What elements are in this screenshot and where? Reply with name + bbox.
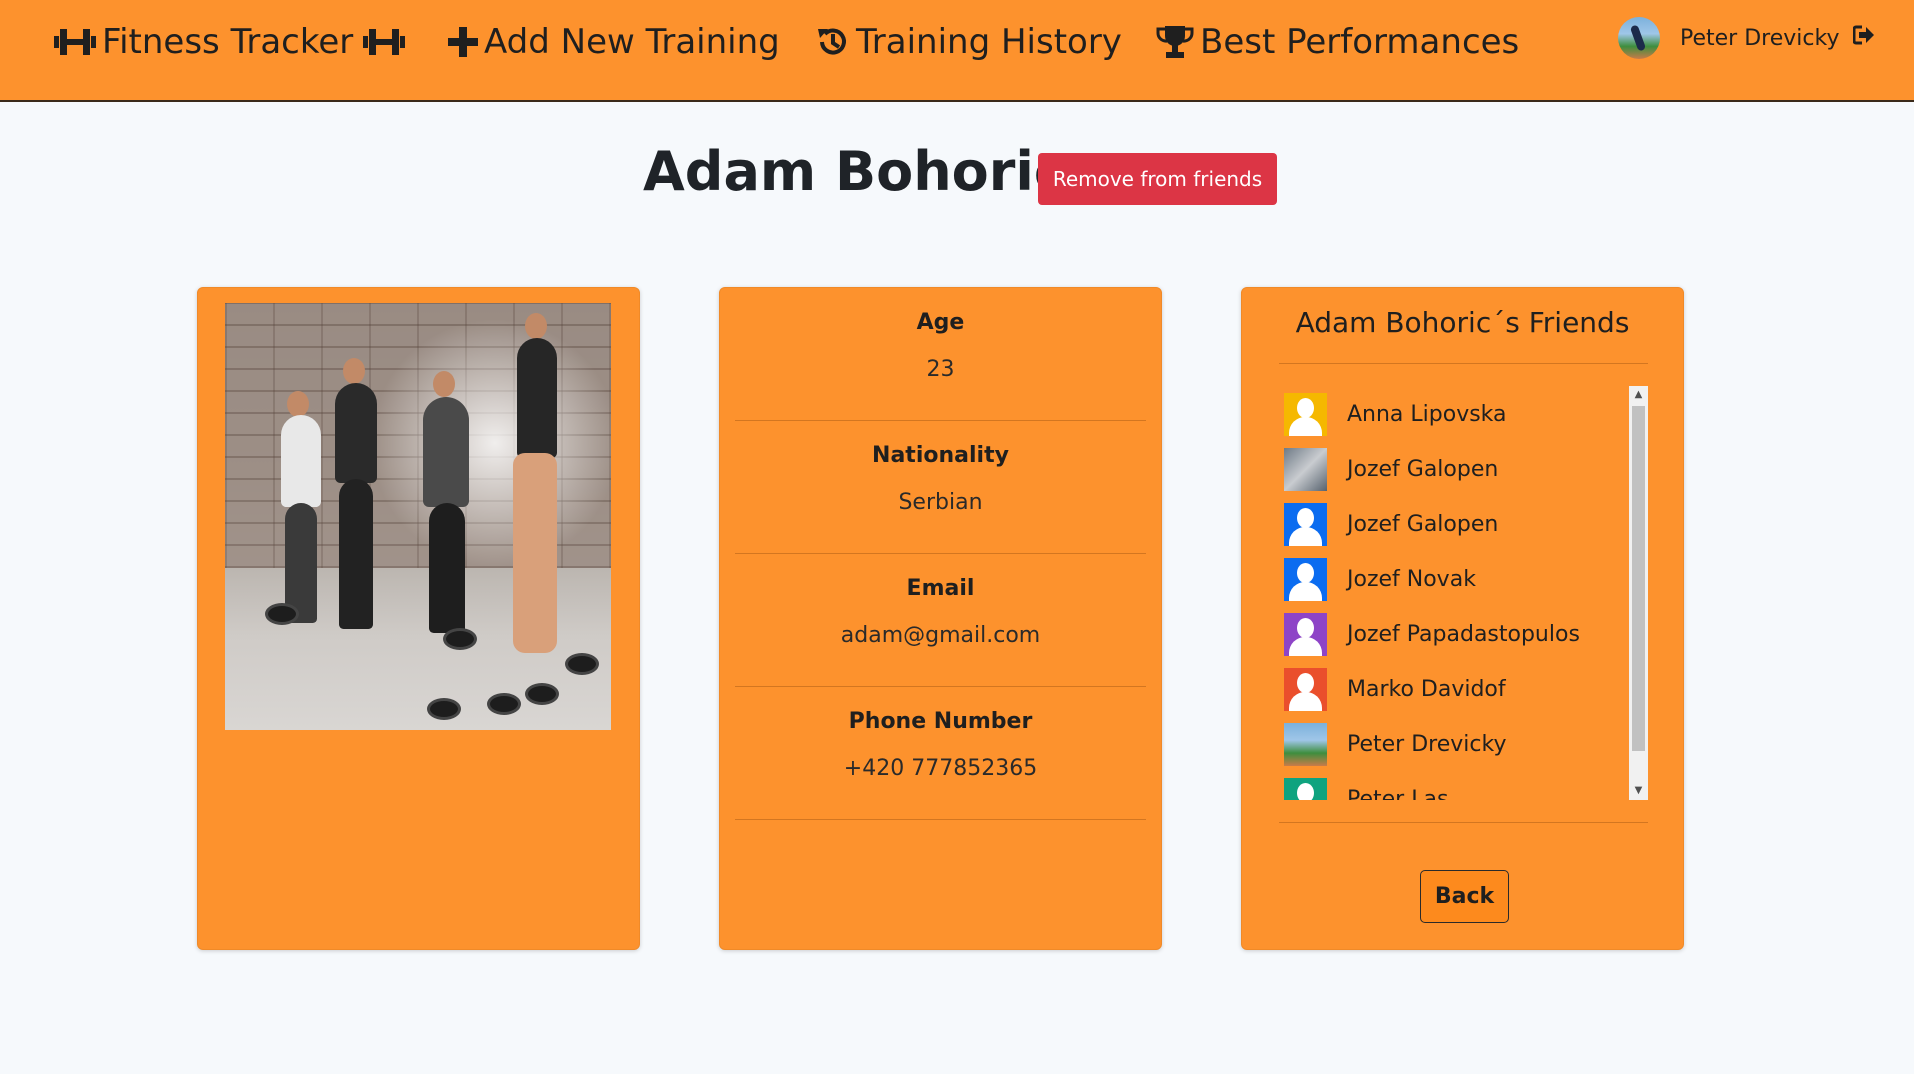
email-value: adam@gmail.com bbox=[840, 623, 1041, 648]
friends-scrollbar[interactable]: ▲ ▼ bbox=[1629, 386, 1648, 800]
scroll-down-icon[interactable]: ▼ bbox=[1629, 782, 1648, 800]
brand-link[interactable]: Fitness Tracker bbox=[54, 18, 406, 66]
nav-training-history-label: Training History bbox=[856, 22, 1122, 62]
friend-avatar bbox=[1284, 392, 1327, 436]
friend-name: Marko Davidof bbox=[1347, 676, 1506, 702]
scroll-thumb[interactable] bbox=[1632, 406, 1645, 751]
friends-card: Adam Bohoric´s Friends Anna Lipovska Joz… bbox=[1241, 287, 1684, 950]
friend-avatar bbox=[1284, 447, 1327, 491]
user-menu[interactable]: Peter Drevicky bbox=[1618, 14, 1875, 62]
friend-avatar bbox=[1284, 777, 1327, 800]
nav-add-training[interactable]: Add New Training bbox=[448, 18, 780, 66]
page-title: Adam Bohoric bbox=[643, 140, 1066, 203]
brand-label: Fitness Tracker bbox=[102, 22, 354, 62]
divider bbox=[1279, 363, 1648, 364]
back-button[interactable]: Back bbox=[1420, 870, 1509, 923]
friend-avatar bbox=[1284, 667, 1327, 711]
phone-section: Phone Number +420 777852365 bbox=[735, 687, 1146, 820]
phone-label: Phone Number bbox=[848, 709, 1033, 734]
friend-name: Jozef Galopen bbox=[1347, 511, 1499, 537]
photo-card bbox=[197, 287, 640, 950]
friend-name: Anna Lipovska bbox=[1347, 401, 1507, 427]
friend-item[interactable]: Jozef Novak bbox=[1284, 557, 1476, 601]
friend-name: Jozef Galopen bbox=[1347, 456, 1499, 482]
friend-item[interactable]: Peter Drevicky bbox=[1284, 722, 1506, 766]
friend-name: Peter Drevicky bbox=[1347, 731, 1507, 757]
user-name: Peter Drevicky bbox=[1680, 25, 1840, 51]
dumbbell-icon bbox=[363, 27, 406, 57]
friend-avatar bbox=[1284, 502, 1327, 546]
friends-title: Adam Bohoric´s Friends bbox=[1295, 306, 1630, 339]
friends-list[interactable]: Anna Lipovska Jozef Galopen Jozef Galope… bbox=[1279, 386, 1648, 800]
friend-name: Jozef Papadastopulos bbox=[1347, 621, 1580, 647]
friend-avatar bbox=[1284, 557, 1327, 601]
divider bbox=[1279, 822, 1648, 823]
friend-avatar bbox=[1284, 612, 1327, 656]
logout-icon[interactable] bbox=[1852, 25, 1875, 51]
scroll-up-icon[interactable]: ▲ bbox=[1629, 386, 1648, 404]
trophy-icon bbox=[1156, 24, 1194, 60]
info-card: Age 23 Nationality Serbian Email adam@gm… bbox=[719, 287, 1162, 950]
friend-item[interactable]: Jozef Papadastopulos bbox=[1284, 612, 1580, 656]
nationality-value: Serbian bbox=[898, 490, 983, 515]
friend-item[interactable]: Jozef Galopen bbox=[1284, 502, 1498, 546]
email-label: Email bbox=[906, 576, 975, 601]
age-value: 23 bbox=[926, 357, 955, 382]
friend-item[interactable]: Marko Davidof bbox=[1284, 667, 1506, 711]
age-label: Age bbox=[916, 310, 965, 335]
email-section: Email adam@gmail.com bbox=[735, 554, 1146, 687]
nationality-label: Nationality bbox=[872, 443, 1009, 468]
nav-best-performances[interactable]: Best Performances bbox=[1156, 18, 1519, 66]
profile-photo bbox=[225, 303, 611, 730]
dumbbell-icon bbox=[54, 27, 96, 57]
nationality-section: Nationality Serbian bbox=[735, 421, 1146, 554]
history-icon bbox=[816, 25, 850, 59]
friend-item[interactable]: Jozef Galopen bbox=[1284, 447, 1498, 491]
plus-icon bbox=[448, 27, 478, 57]
nav-training-history[interactable]: Training History bbox=[816, 18, 1122, 66]
friend-name: Jozef Novak bbox=[1347, 566, 1476, 592]
nav-add-training-label: Add New Training bbox=[484, 22, 780, 62]
age-section: Age 23 bbox=[735, 288, 1146, 421]
remove-friend-button[interactable]: Remove from friends bbox=[1038, 153, 1277, 205]
avatar[interactable] bbox=[1618, 17, 1660, 59]
friend-avatar bbox=[1284, 722, 1327, 766]
friend-item[interactable]: Peter Las bbox=[1284, 777, 1448, 800]
friend-name: Peter Las bbox=[1347, 786, 1449, 801]
friend-item[interactable]: Anna Lipovska bbox=[1284, 392, 1507, 436]
navbar: Fitness Tracker Add New Training Trainin… bbox=[0, 0, 1914, 102]
phone-value: +420 777852365 bbox=[843, 756, 1038, 781]
nav-best-performances-label: Best Performances bbox=[1200, 22, 1520, 62]
